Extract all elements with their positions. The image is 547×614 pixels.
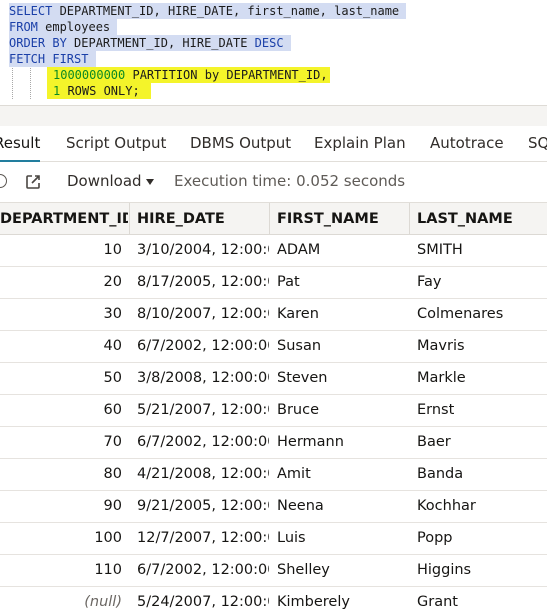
column-header-department-id[interactable]: DEPARTMENT_ID [0, 203, 128, 235]
code-line-2[interactable]: FROM employees [9, 19, 118, 35]
tab-sql-history[interactable]: SQL [528, 126, 547, 162]
cell-department-id[interactable]: 60 [0, 395, 122, 426]
cell-department-id[interactable]: 30 [0, 299, 122, 330]
cell-last-name[interactable]: Kochhar [417, 491, 547, 522]
sql-keyword: FROM [9, 20, 38, 34]
table-row[interactable]: 20 8/17/2005, 12:00:00 Pat Fay [0, 267, 547, 299]
cell-department-id[interactable]: 90 [0, 491, 122, 522]
grid-header: DEPARTMENT_ID HIRE_DATE FIRST_NAME LAST_… [0, 202, 547, 235]
column-header-first-name[interactable]: FIRST_NAME [277, 203, 407, 235]
cell-department-id[interactable]: 10 [0, 235, 122, 266]
code-line-4[interactable]: FETCH FIRST [9, 51, 96, 67]
cell-last-name[interactable]: Ernst [417, 395, 547, 426]
cell-last-name[interactable]: Baer [417, 427, 547, 458]
tab-dbms-output[interactable]: DBMS Output [190, 126, 291, 162]
cell-hire-date[interactable]: 5/21/2007, 12:00:00 [137, 395, 269, 426]
cell-department-id[interactable]: 100 [0, 523, 122, 554]
cell-department-id[interactable]: (null) [0, 587, 122, 614]
cell-hire-date[interactable]: 6/7/2002, 12:00:00 [137, 555, 269, 586]
refresh-icon[interactable] [0, 174, 7, 188]
cell-department-id[interactable]: 40 [0, 331, 122, 362]
cell-hire-date[interactable]: 3/8/2008, 12:00:00 [137, 363, 269, 394]
cell-last-name[interactable]: Fay [417, 267, 547, 298]
cell-department-id[interactable]: 110 [0, 555, 122, 586]
cell-first-name[interactable]: Hermann [277, 427, 407, 458]
open-in-new-icon[interactable] [25, 174, 41, 190]
tab-autotrace[interactable]: Autotrace [430, 126, 504, 162]
sql-keyword: DESC [254, 36, 284, 50]
code-line-1[interactable]: SELECT DEPARTMENT_ID, HIRE_DATE, first_n… [9, 3, 407, 19]
column-separator[interactable] [409, 203, 410, 235]
table-row[interactable]: 90 9/21/2005, 12:00:00 Neena Kochhar [0, 491, 547, 523]
cell-hire-date[interactable]: 5/24/2007, 12:00:00 [137, 587, 269, 614]
chevron-down-icon[interactable] [146, 179, 154, 185]
table-row[interactable]: 10 3/10/2004, 12:00:00 ADAM SMITH [0, 235, 547, 267]
cell-department-id[interactable]: 20 [0, 267, 122, 298]
column-header-hire-date[interactable]: HIRE_DATE [137, 203, 267, 235]
execution-time: Execution time: 0.052 seconds [174, 172, 406, 190]
table-row[interactable]: 70 6/7/2002, 12:00:00 Hermann Baer [0, 427, 547, 459]
cell-first-name[interactable]: ADAM [277, 235, 407, 266]
cell-hire-date[interactable]: 8/10/2007, 12:00:00 [137, 299, 269, 330]
cell-first-name[interactable]: Shelley [277, 555, 407, 586]
tab-result[interactable]: Result [0, 126, 41, 162]
table-row[interactable]: 110 6/7/2002, 12:00:00 Shelley Higgins [0, 555, 547, 587]
cell-first-name[interactable]: Luis [277, 523, 407, 554]
sql-keyword: SELECT [9, 4, 53, 18]
table-row[interactable]: 50 3/8/2008, 12:00:00 Steven Markle [0, 363, 547, 395]
cell-first-name[interactable]: Amit [277, 459, 407, 490]
cell-last-name[interactable]: Grant [417, 587, 547, 614]
table-row[interactable]: (null) 5/24/2007, 12:00:00 Kimberely Grant [0, 587, 547, 614]
cell-first-name[interactable]: Bruce [277, 395, 407, 426]
cell-first-name[interactable]: Susan [277, 331, 407, 362]
column-separator[interactable] [129, 203, 130, 235]
result-tabs: Result Script Output DBMS Output Explain… [0, 126, 547, 162]
cell-department-id[interactable]: 80 [0, 459, 122, 490]
cell-department-id[interactable]: 70 [0, 427, 122, 458]
sql-keyword: ORDER BY [9, 36, 67, 50]
sql-editor[interactable]: SELECT DEPARTMENT_ID, HIRE_DATE, first_n… [0, 0, 547, 105]
table-row[interactable]: 100 12/7/2007, 12:00:00 Luis Popp [0, 523, 547, 555]
cell-first-name[interactable]: Steven [277, 363, 407, 394]
cell-first-name[interactable]: Karen [277, 299, 407, 330]
results-grid: DEPARTMENT_ID HIRE_DATE FIRST_NAME LAST_… [0, 202, 547, 614]
sql-keyword: FETCH FIRST [9, 52, 89, 66]
cell-hire-date[interactable]: 6/7/2002, 12:00:00 [137, 427, 269, 458]
cell-last-name[interactable]: Colmenares [417, 299, 547, 330]
tab-explain-plan[interactable]: Explain Plan [314, 126, 406, 162]
sql-number: 1 [53, 84, 61, 98]
cell-hire-date[interactable]: 8/17/2005, 12:00:00 [137, 267, 269, 298]
cell-first-name[interactable]: Neena [277, 491, 407, 522]
tab-script-output[interactable]: Script Output [66, 126, 166, 162]
cell-hire-date[interactable]: 9/21/2005, 12:00:00 [137, 491, 269, 522]
table-row[interactable]: 80 4/21/2008, 12:00:00 Amit Banda [0, 459, 547, 491]
cell-last-name[interactable]: Mavris [417, 331, 547, 362]
code-line-6[interactable]: 1 ROWS ONLY; [53, 83, 140, 99]
code-line-3[interactable]: ORDER BY DEPARTMENT_ID, HIRE_DATE DESC [9, 35, 291, 51]
cell-first-name[interactable]: Kimberely [277, 587, 407, 614]
column-separator[interactable] [269, 203, 270, 235]
result-toolbar: Download Execution time: 0.052 seconds [0, 162, 547, 202]
cell-last-name[interactable]: Banda [417, 459, 547, 490]
column-header-last-name[interactable]: LAST_NAME [417, 203, 547, 235]
cell-last-name[interactable]: SMITH [417, 235, 547, 266]
cell-last-name[interactable]: Popp [417, 523, 547, 554]
sql-number: 1000000000 [53, 68, 126, 82]
cell-hire-date[interactable]: 3/10/2004, 12:00:00 [137, 235, 269, 266]
splitter[interactable] [0, 105, 547, 126]
cell-last-name[interactable]: Higgins [417, 555, 547, 586]
cell-first-name[interactable]: Pat [277, 267, 407, 298]
cell-hire-date[interactable]: 12/7/2007, 12:00:00 [137, 523, 269, 554]
cell-department-id[interactable]: 50 [0, 363, 122, 394]
code-line-5[interactable]: 1000000000 PARTITION by DEPARTMENT_ID, [53, 67, 328, 83]
table-row[interactable]: 30 8/10/2007, 12:00:00 Karen Colmenares [0, 299, 547, 331]
cell-last-name[interactable]: Markle [417, 363, 547, 394]
download-button[interactable]: Download [67, 162, 142, 202]
table-row[interactable]: 40 6/7/2002, 12:00:00 Susan Mavris [0, 331, 547, 363]
cell-hire-date[interactable]: 6/7/2002, 12:00:00 [137, 331, 269, 362]
cell-hire-date[interactable]: 4/21/2008, 12:00:00 [137, 459, 269, 490]
table-row[interactable]: 60 5/21/2007, 12:00:00 Bruce Ernst [0, 395, 547, 427]
